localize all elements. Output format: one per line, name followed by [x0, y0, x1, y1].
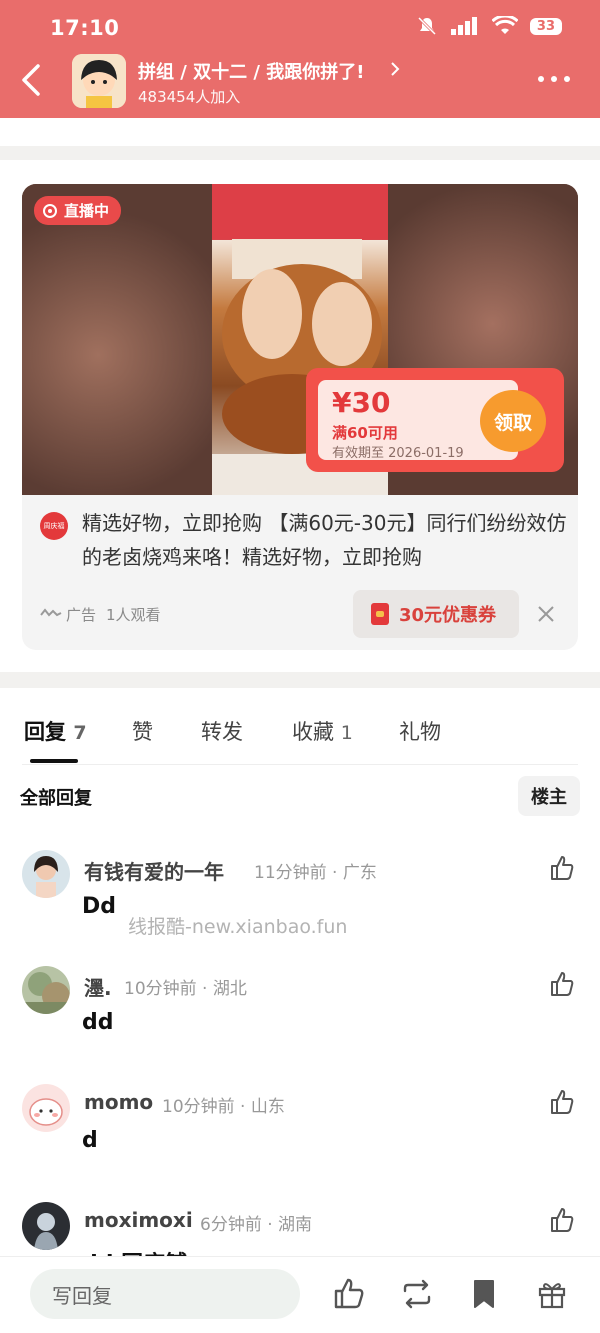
divider [0, 672, 600, 688]
mute-bell-icon [417, 16, 436, 36]
ad-label: 广告 [66, 606, 97, 624]
close-icon[interactable] [536, 604, 556, 624]
watermark: 线报酷-new.xianbao.fun [128, 916, 348, 938]
back-arrow-icon[interactable] [18, 60, 48, 100]
chevron-right-icon[interactable] [388, 60, 402, 78]
red-envelope-icon [371, 603, 389, 625]
status-time: 17:10 [50, 16, 120, 40]
tab-gifts[interactable]: 礼物 [399, 716, 441, 746]
comment-meta: 11分钟前 · 广东 [254, 863, 377, 883]
ad-card[interactable]: 直播中 ¥30 满60可用 有效期至 2026-01-19 领取 周庆福 精选好… [22, 184, 578, 650]
list-item: 濹. 10分钟前 · 湖北 dd [0, 966, 600, 1076]
reply-tabs: 回复 7 赞 转发 收藏 1 礼物 [0, 716, 600, 764]
coupon-button-label: 30元优惠券 [399, 605, 497, 626]
brand-logo: 周庆福 [40, 512, 68, 540]
thumb-up-icon[interactable] [548, 970, 576, 998]
active-tab-underline [30, 759, 78, 763]
owner-filter-button[interactable]: 楼主 [518, 776, 580, 816]
coupon-card[interactable]: ¥30 满60可用 有效期至 2026-01-19 领取 [306, 368, 564, 472]
bottom-action-bar: 写回复 [0, 1256, 600, 1333]
avatar[interactable] [22, 1202, 70, 1250]
wifi-icon [491, 16, 518, 34]
avatar[interactable] [22, 966, 70, 1014]
group-name[interactable]: 拼组 / 双十二 / 我跟你拼了! [138, 58, 364, 84]
tab-favorites[interactable]: 收藏 1 [292, 716, 353, 746]
group-avatar[interactable] [72, 54, 126, 108]
divider [0, 146, 600, 160]
avatar[interactable] [22, 850, 70, 898]
member-count: 483454人加入 [138, 88, 241, 106]
more-menu-icon[interactable] [538, 76, 570, 82]
all-replies-title: 全部回复 [20, 788, 92, 809]
status-icons: 33 [416, 15, 562, 37]
repost-icon[interactable] [400, 1277, 434, 1311]
tab-likes[interactable]: 赞 [132, 716, 153, 746]
comment-meta: 6分钟前 · 湖南 [200, 1215, 313, 1235]
avatar[interactable] [22, 1084, 70, 1132]
gift-icon[interactable] [535, 1277, 569, 1311]
audio-wave-icon [40, 608, 62, 617]
tab-shares[interactable]: 转发 [201, 716, 243, 746]
comment-text: dd [82, 1010, 114, 1035]
comment-author[interactable]: moximoxi [84, 1208, 193, 1232]
live-dot-icon [43, 204, 57, 218]
thumb-up-icon[interactable] [332, 1277, 366, 1311]
battery-level: 33 [529, 17, 562, 35]
comment-meta: 10分钟前 · 山东 [162, 1097, 285, 1117]
list-item: 有钱有爱的一年 11分钟前 · 广东 Dd [0, 850, 600, 960]
comment-text: Dd [82, 894, 117, 919]
comment-meta: 10分钟前 · 湖北 [124, 979, 247, 999]
live-label: 直播中 [64, 202, 110, 220]
comment-author[interactable]: 有钱有爱的一年 [84, 856, 224, 885]
thumb-up-icon[interactable] [548, 854, 576, 882]
bookmark-icon[interactable] [467, 1277, 501, 1311]
top-header: 17:10 33 拼组 / 双十二 / 我跟你拼了! 483454人加入 [0, 0, 600, 118]
reply-input[interactable]: 写回复 [30, 1269, 300, 1319]
live-badge: 直播中 [34, 196, 122, 225]
coupon-price: ¥30 [332, 386, 391, 419]
viewer-count: 1人观看 [106, 606, 161, 624]
thumb-up-icon[interactable] [548, 1206, 576, 1234]
comment-author[interactable]: momo [84, 1090, 153, 1114]
ad-description[interactable]: 精选好物，立即抢购 【满60元-30元】同行们纷纷效仿的老卤烧鸡来咯！精选好物，… [82, 506, 568, 574]
thumb-up-icon[interactable] [548, 1088, 576, 1116]
claim-button[interactable]: 领取 [480, 390, 546, 452]
signal-icon [450, 17, 477, 35]
coupon-expiry: 有效期至 2026-01-19 [332, 446, 464, 461]
comment-text: d [82, 1128, 98, 1153]
coupon-condition: 满60可用 [332, 424, 398, 442]
comment-author[interactable]: 濹. [84, 972, 112, 1001]
list-item: momo 10分钟前 · 山东 d [0, 1084, 600, 1194]
coupon-button[interactable]: 30元优惠券 [353, 590, 519, 638]
live-video-preview[interactable]: 直播中 ¥30 满60可用 有效期至 2026-01-19 领取 [22, 184, 578, 495]
tab-replies[interactable]: 回复 7 [24, 716, 87, 746]
